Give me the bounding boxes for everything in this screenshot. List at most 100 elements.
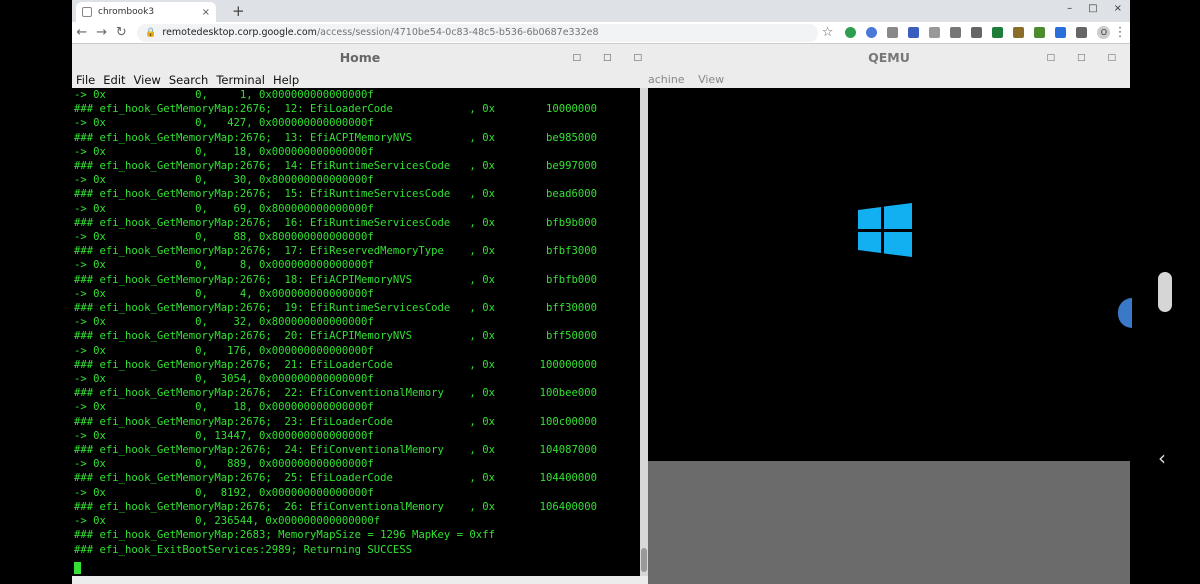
menu-view[interactable]: View <box>134 72 161 88</box>
terminal-line: ### efi_hook_GetMemoryMap:2676; 16: EfiR… <box>74 216 597 229</box>
extension-icons <box>845 27 1088 38</box>
terminal-line: -> 0x 0, 32, 0x800000000000000f <box>74 316 374 329</box>
terminal-line: -> 0x 0, 69, 0x800000000000000f <box>74 202 374 215</box>
url-host: remotedesktop.corp.google.com <box>162 27 317 38</box>
maximize-button[interactable]: □ <box>1088 3 1097 14</box>
terminal-line: -> 0x 0, 8192, 0x000000000000000f <box>74 486 374 499</box>
terminal-line: -> 0x 0, 18, 0x000000000000000f <box>74 145 374 158</box>
terminal-line: -> 0x 0, 236544, 0x000000000000000f <box>74 515 381 528</box>
lock-icon: 🔒 <box>145 27 157 38</box>
tab-close-icon[interactable]: × <box>202 7 210 18</box>
terminal-line: ### efi_hook_GetMemoryMap:2683; MemoryMa… <box>74 529 495 542</box>
close-window-button[interactable]: × <box>1114 3 1122 14</box>
profile-avatar[interactable]: O <box>1097 26 1111 39</box>
terminal-output[interactable]: -> 0x 0, 1, 0x000000000000000f ### efi_ho… <box>72 88 640 576</box>
extension-icon[interactable] <box>971 27 983 38</box>
terminal-maximize-icon[interactable]: □ <box>603 44 612 72</box>
menu-search[interactable]: Search <box>169 72 209 88</box>
terminal-line: -> 0x 0, 13447, 0x000000000000000f <box>74 429 374 442</box>
qemu-menu-view[interactable]: View <box>698 73 724 86</box>
scroll-handle[interactable] <box>1158 272 1172 312</box>
qemu-display[interactable] <box>648 88 1130 461</box>
terminal-line: -> 0x 0, 8, 0x000000000000000f <box>74 259 374 272</box>
terminal-line: ### efi_hook_GetMemoryMap:2676; 24: EfiC… <box>74 444 597 457</box>
terminal-line: ### efi_hook_GetMemoryMap:2676; 26: EfiC… <box>74 500 597 513</box>
minimize-button[interactable]: – <box>1067 3 1072 14</box>
browser-tab[interactable]: chrombook3 × <box>76 2 216 22</box>
terminal-title: Home <box>339 50 381 65</box>
menu-terminal[interactable]: Terminal <box>216 72 265 88</box>
terminal-line: ### efi_hook_GetMemoryMap:2676; 15: EfiR… <box>74 188 597 201</box>
terminal-line: ### efi_hook_GetMemoryMap:2676; 22: EfiC… <box>74 387 597 400</box>
terminal-line: -> 0x 0, 889, 0x000000000000000f <box>74 458 374 471</box>
terminal-scroll-thumb[interactable] <box>641 548 647 572</box>
forward-arrow-icon[interactable]: → <box>92 25 112 40</box>
terminal-line: ### efi_hook_GetMemoryMap:2676; 12: EfiL… <box>74 103 597 116</box>
reload-icon[interactable]: ↻ <box>111 25 131 40</box>
qemu-title: QEMU <box>868 50 910 65</box>
qemu-close-icon[interactable]: □ <box>1107 44 1116 72</box>
menu-file[interactable]: File <box>76 72 95 88</box>
terminal-line: -> 0x 0, 88, 0x800000000000000f <box>74 231 374 244</box>
extension-icon[interactable] <box>992 27 1004 38</box>
extension-icon[interactable] <box>866 27 878 38</box>
extension-icon[interactable] <box>929 27 941 38</box>
qemu-window-controls: □ □ □ <box>1046 44 1116 72</box>
terminal-cursor <box>74 561 81 574</box>
browser-toolbar: ← → ↻ 🔒 remotedesktop.corp.google.com/ac… <box>72 22 1130 44</box>
qemu-maximize-icon[interactable]: □ <box>1077 44 1086 72</box>
terminal-line: ### efi_hook_GetMemoryMap:2676; 13: EfiA… <box>74 131 597 144</box>
terminal-line: ### efi_hook_ExitBootServices:2989; Retu… <box>74 543 413 556</box>
tab-favicon-icon <box>82 7 92 17</box>
terminal-window[interactable]: Home □ □ □ File Edit View Search Termina… <box>72 44 648 584</box>
extension-icon[interactable] <box>887 27 899 38</box>
bookmark-star-icon[interactable]: ☆ <box>818 25 838 40</box>
terminal-line: -> 0x 0, 1, 0x000000000000000f <box>74 89 374 101</box>
extension-icon[interactable] <box>1034 27 1046 38</box>
extension-icon[interactable] <box>1013 27 1025 38</box>
qemu-minimize-icon[interactable]: □ <box>1046 44 1055 72</box>
terminal-minimize-icon[interactable]: □ <box>572 44 581 72</box>
extension-icon[interactable] <box>908 27 920 38</box>
extension-icon[interactable] <box>1055 27 1067 38</box>
terminal-line: ### efi_hook_GetMemoryMap:2676; 18: EfiA… <box>74 273 597 286</box>
terminal-lines: -> 0x 0, 1, 0x000000000000000f ### efi_ho… <box>74 88 640 557</box>
qemu-menubar: achine View <box>648 72 1130 88</box>
terminal-line: -> 0x 0, 4, 0x000000000000000f <box>74 287 374 300</box>
window-controls: – □ × <box>1067 3 1122 14</box>
terminal-line: -> 0x 0, 176, 0x000000000000000f <box>74 344 374 357</box>
extension-icon[interactable] <box>1076 27 1088 38</box>
menu-edit[interactable]: Edit <box>103 72 125 88</box>
back-arrow-icon[interactable]: ← <box>72 25 92 40</box>
url-path: /access/session/4710be54-0c83-48c5-b536-… <box>316 27 599 38</box>
terminal-line: ### efi_hook_GetMemoryMap:2676; 21: EfiL… <box>74 358 597 371</box>
terminal-line: ### efi_hook_GetMemoryMap:2676; 25: EfiL… <box>74 472 597 485</box>
extension-icon[interactable] <box>845 27 857 38</box>
browser-tab-strip: chrombook3 × + – □ × <box>72 0 1130 22</box>
terminal-window-controls: □ □ □ <box>572 44 642 72</box>
terminal-line: ### efi_hook_GetMemoryMap:2676; 23: EfiL… <box>74 415 597 428</box>
terminal-title-bar[interactable]: Home <box>72 44 648 72</box>
qemu-window[interactable]: QEMU □ □ □ achine View <box>648 44 1130 461</box>
menu-help[interactable]: Help <box>273 72 299 88</box>
terminal-line: ### efi_hook_GetMemoryMap:2676; 17: EfiR… <box>74 245 597 258</box>
extension-icon[interactable] <box>950 27 962 38</box>
windows-logo-icon <box>858 203 912 257</box>
terminal-line: ### efi_hook_GetMemoryMap:2676; 19: EfiR… <box>74 302 597 315</box>
tab-title: chrombook3 <box>98 7 155 17</box>
terminal-line: -> 0x 0, 427, 0x000000000000000f <box>74 117 374 130</box>
terminal-line: ### efi_hook_GetMemoryMap:2676; 14: EfiR… <box>74 160 597 173</box>
terminal-close-icon[interactable]: □ <box>633 44 642 72</box>
terminal-menubar: File Edit View Search Terminal Help <box>76 72 299 88</box>
terminal-line: ### efi_hook_GetMemoryMap:2676; 20: EfiA… <box>74 330 597 343</box>
terminal-line: -> 0x 0, 18, 0x000000000000000f <box>74 401 374 414</box>
address-bar[interactable]: 🔒 remotedesktop.corp.google.com/access/s… <box>137 23 818 42</box>
remote-desktop: QEMU □ □ □ achine View Home □ □ □ File E… <box>72 44 1130 584</box>
terminal-line: -> 0x 0, 30, 0x800000000000000f <box>74 174 374 187</box>
terminal-line: -> 0x 0, 3054, 0x000000000000000f <box>74 373 374 386</box>
menu-kebab-icon[interactable]: ⋮ <box>1110 25 1130 40</box>
terminal-scrollbar[interactable] <box>640 88 648 576</box>
chevron-left-icon[interactable]: ‹ <box>1158 446 1166 470</box>
qemu-menu-machine[interactable]: achine <box>648 73 685 86</box>
new-tab-button[interactable]: + <box>232 2 245 20</box>
